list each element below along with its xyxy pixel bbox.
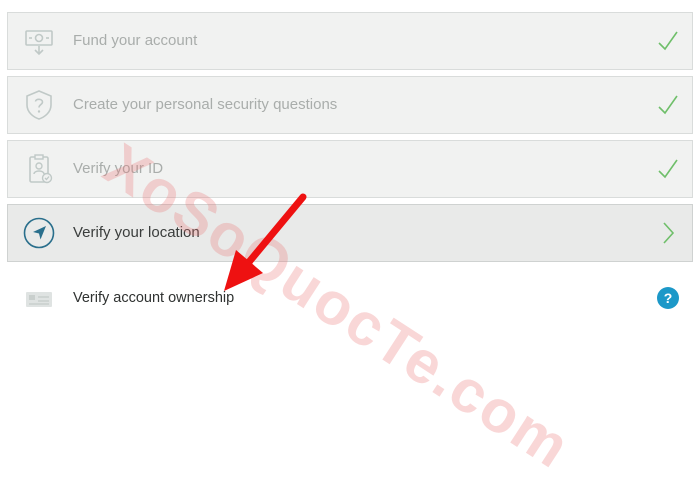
step-verify-ownership[interactable]: Verify account ownership ? xyxy=(7,268,693,328)
step-fund-account[interactable]: Fund your account xyxy=(7,12,693,70)
step-label: Create your personal security questions xyxy=(73,96,338,113)
step-verify-location[interactable]: Verify your location xyxy=(7,204,693,262)
card-icon xyxy=(22,282,56,316)
step-label: Verify your location xyxy=(73,224,200,241)
step-security-questions[interactable]: Create your personal security questions xyxy=(7,76,693,134)
step-label: Verify account ownership xyxy=(73,290,235,306)
chevron-right-icon[interactable] xyxy=(656,220,680,246)
step-verify-id[interactable]: Verify your ID xyxy=(7,140,693,198)
check-icon xyxy=(656,28,680,54)
step-label: Verify your ID xyxy=(73,160,164,177)
step-label: Fund your account xyxy=(73,32,198,49)
shield-question-icon xyxy=(22,88,56,122)
check-icon xyxy=(656,92,680,118)
help-icon[interactable]: ? xyxy=(657,287,679,309)
money-transfer-icon xyxy=(22,24,56,58)
location-arrow-icon xyxy=(22,216,56,250)
check-icon xyxy=(656,156,680,182)
id-badge-icon xyxy=(22,152,56,186)
